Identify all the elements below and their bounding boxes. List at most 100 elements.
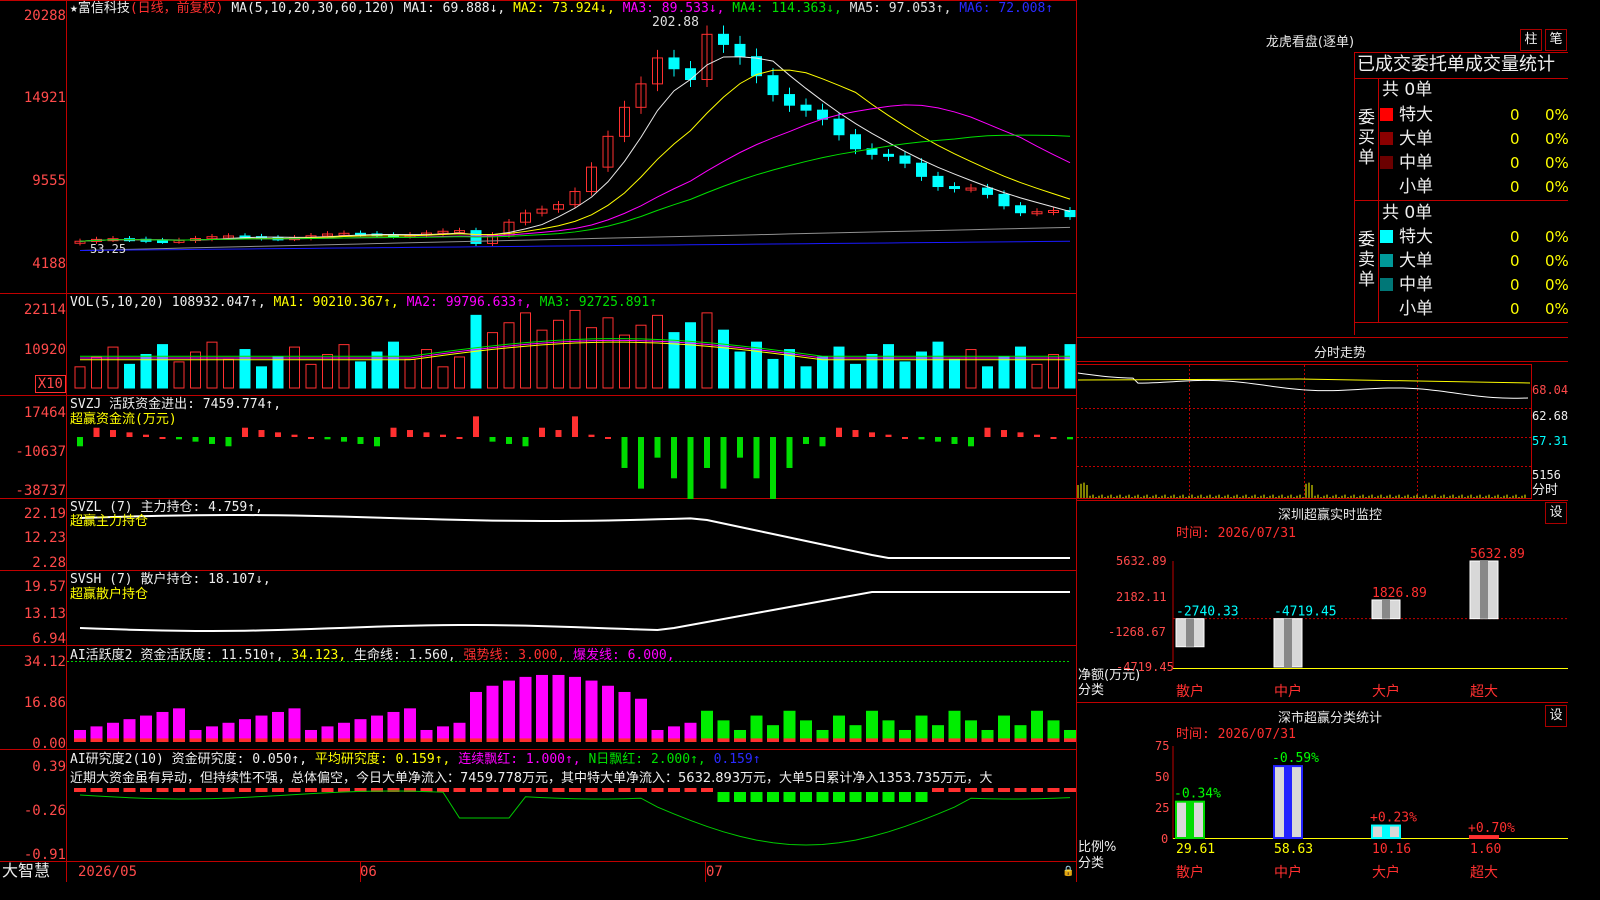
sz-class-bar-core (1382, 825, 1390, 838)
volume-bar (239, 349, 251, 389)
ma1-value: MA1: 69.888↓, (403, 1, 506, 16)
sz-class-value-label: 58.63 (1274, 842, 1313, 857)
candle-body (932, 175, 944, 188)
candle-body (949, 186, 960, 190)
row-pct: 0% (1545, 276, 1569, 294)
volume-bar (338, 344, 350, 389)
ai-active-label[interactable]: AI活跃度2 (70, 648, 132, 663)
vol-label[interactable]: VOL(5,10,20) (70, 295, 164, 310)
volume-bar (685, 322, 696, 389)
ma120-line (79, 240, 1071, 251)
legend-swatch (1380, 156, 1393, 169)
sz-class-change-label: +0.70% (1468, 821, 1515, 836)
research-bar (536, 788, 548, 792)
candle-body (767, 75, 779, 96)
volume-bar (718, 329, 729, 389)
active-base-bar (602, 738, 614, 742)
research-bar (321, 788, 334, 792)
intraday-tick: 62.68 (1532, 409, 1569, 423)
volume-bar (404, 358, 416, 389)
fund-flow-bar (93, 427, 100, 437)
ma5-value: MA5: 97.053↑, (849, 1, 952, 16)
fund-flow-bar (654, 437, 661, 458)
active-bar (635, 698, 647, 742)
sz-monitor-settings-button[interactable]: 设 (1545, 502, 1567, 524)
chart-canvas: -2740.33 散户 -4719.45 中户 1826.89 大户 5632.89 超大 -0… (0, 0, 1568, 882)
ma4-value: MA4: 114.363↓, (732, 1, 842, 16)
ai-research-label[interactable]: AI研究度2(10) (70, 752, 164, 767)
research-bar (123, 788, 136, 792)
row-count: 0 (1510, 130, 1520, 148)
sell-row-l: 大单 0 0% (1380, 249, 1570, 273)
active-base-bar (635, 738, 647, 742)
active-base-bar (1014, 738, 1027, 742)
row-label: 小单 (1399, 299, 1433, 319)
active-bar (387, 711, 400, 742)
sell-orders-label: 委卖单 (1358, 230, 1375, 290)
fund-flow-bar (885, 434, 892, 437)
research-bar (255, 788, 268, 792)
fund-flow-bar (489, 437, 496, 442)
svzl-label[interactable]: SVZL (7) (70, 500, 133, 515)
svsh-label[interactable]: SVSH (7) (70, 572, 133, 587)
sell-row-s: 小单 0 0% (1380, 297, 1570, 321)
tick-mode-button[interactable]: 笔 (1545, 29, 1567, 51)
svsh-subtitle: 超赢散户持仓 (70, 587, 149, 602)
fund-flow-bar (1050, 437, 1057, 439)
active-bar (519, 676, 532, 742)
price-tick: 4188 (32, 256, 66, 272)
ma10-line (79, 69, 1071, 242)
active-base-bar (239, 738, 251, 742)
lock-icon[interactable]: 🔒 (1062, 864, 1074, 879)
fund-flow-bar (737, 437, 743, 458)
volume-bar (437, 366, 449, 389)
sz-class-tick: 50 (1155, 770, 1170, 784)
sz-class-category: 散户 (1176, 864, 1204, 881)
row-label: 特大 (1399, 105, 1433, 125)
volume-bar (998, 356, 1010, 389)
svzj-label[interactable]: SVZJ (70, 397, 101, 412)
research-bar (272, 788, 284, 792)
active-base-bar (750, 738, 763, 742)
research-bar (156, 788, 169, 792)
sz-class-value-label: 1.60 (1470, 842, 1501, 857)
candle-body (1015, 205, 1026, 214)
row-label: 大单 (1399, 129, 1433, 149)
research-bar (635, 788, 647, 792)
fund-flow-bar (324, 437, 331, 440)
fund-flow-bar (753, 437, 760, 479)
price-tick: 14921 (23, 90, 66, 106)
fund-flow-bar (836, 427, 842, 437)
fund-flow-bar (159, 437, 166, 439)
active-base-bar (651, 738, 664, 742)
volume-bar (932, 341, 944, 389)
sz-monitor-value-label: 1826.89 (1372, 586, 1427, 601)
active-base-bar (206, 738, 218, 742)
active-base-bar (288, 738, 301, 742)
stock-title[interactable]: ★富信科技 (70, 1, 130, 16)
xaxis-label: 06 (360, 864, 377, 880)
svzl-tick: 12.23 (23, 530, 66, 546)
bar-mode-button[interactable]: 柱 (1520, 29, 1542, 51)
fund-flow-bar (390, 427, 397, 437)
candle-body (982, 187, 993, 195)
lhb-header: 已成交委托单成交量统计 (1357, 54, 1555, 75)
row-pct: 0% (1545, 252, 1569, 270)
candle-body (718, 33, 729, 45)
period-label[interactable]: (日线，前复权) (130, 1, 224, 16)
sz-class-settings-button[interactable]: 设 (1545, 705, 1567, 727)
sz-monitor-tick: -1268.67 (1108, 625, 1166, 639)
volume-bar (206, 341, 218, 389)
volume-bar (635, 324, 647, 389)
active-base-bar (882, 738, 895, 742)
active-base-bar (321, 738, 334, 742)
sell-row-xl: 特大 0 0% (1380, 225, 1570, 249)
volume-bar (272, 356, 284, 389)
row-label: 小单 (1399, 177, 1433, 197)
fund-flow-bar (110, 430, 116, 437)
intraday-title[interactable]: 分时走势 (1270, 342, 1410, 361)
active-bar (503, 680, 515, 742)
active-bar (255, 715, 268, 742)
buy-orders-label: 委买单 (1358, 108, 1375, 168)
volume-bar (107, 346, 119, 389)
